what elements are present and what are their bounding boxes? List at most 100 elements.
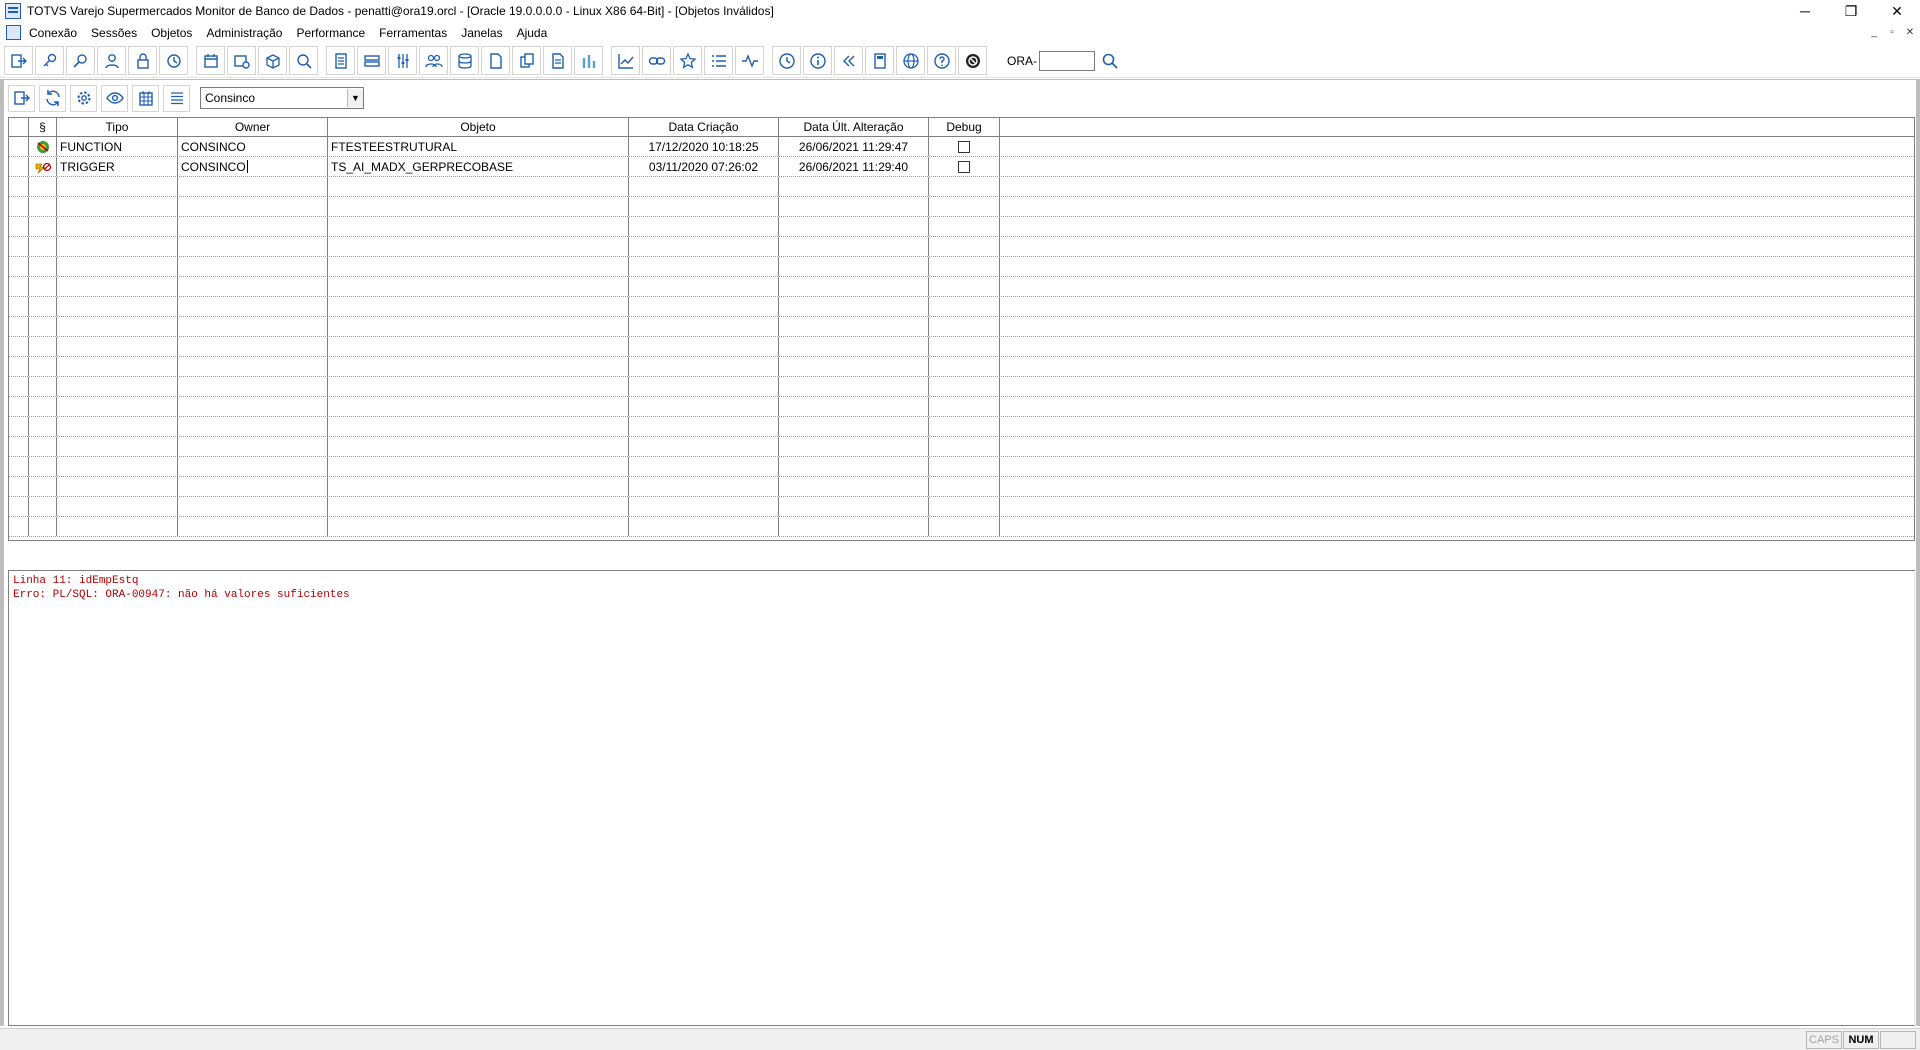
empty-cell bbox=[929, 497, 1000, 516]
clock-icon bbox=[778, 52, 795, 69]
reports-button[interactable] bbox=[326, 46, 355, 75]
close-window-button[interactable] bbox=[8, 84, 35, 112]
document-icon bbox=[489, 52, 502, 69]
owner-column-header[interactable]: Owner bbox=[178, 118, 328, 136]
favorites-button[interactable] bbox=[673, 46, 702, 75]
statistics-button[interactable] bbox=[611, 46, 640, 75]
data-alteracao-column-header[interactable]: Data Últ. Alteração bbox=[779, 118, 929, 136]
compile-button[interactable] bbox=[70, 84, 97, 112]
owner-cell-editing[interactable]: CONSINCO bbox=[178, 157, 328, 176]
empty-cell bbox=[178, 277, 328, 296]
chevron-down-icon[interactable]: ▼ bbox=[347, 89, 363, 107]
copy-button[interactable] bbox=[512, 46, 541, 75]
empty-cell bbox=[9, 417, 29, 436]
icon-column-header[interactable]: § bbox=[29, 118, 57, 136]
empty-cell bbox=[29, 297, 57, 316]
empty-cell bbox=[629, 437, 779, 456]
calendar-button[interactable] bbox=[196, 46, 225, 75]
empty-cell bbox=[1000, 357, 1914, 376]
empty-cell bbox=[57, 457, 178, 476]
mdi-restore-button[interactable]: ▫ bbox=[1884, 24, 1900, 40]
menu-janelas[interactable]: Janelas bbox=[461, 26, 502, 40]
restore-button[interactable]: ❐ bbox=[1828, 0, 1874, 22]
empty-cell bbox=[328, 217, 629, 236]
disconnect-button[interactable] bbox=[4, 46, 33, 75]
caps-lock-indicator: CAPS bbox=[1806, 1031, 1842, 1049]
objeto-column-header[interactable]: Objeto bbox=[328, 118, 629, 136]
mdi-minimize-button[interactable]: _ bbox=[1866, 24, 1882, 40]
list-button[interactable] bbox=[704, 46, 733, 75]
table-row[interactable]: TRIGGER CONSINCO TS_AI_MADX_GERPRECOBASE… bbox=[9, 157, 1914, 177]
view-button[interactable] bbox=[101, 84, 128, 112]
history-button[interactable] bbox=[159, 46, 188, 75]
keys-button[interactable] bbox=[66, 46, 95, 75]
activity-button[interactable] bbox=[735, 46, 764, 75]
menu-conexao[interactable]: Conexão bbox=[29, 26, 77, 40]
stop-button[interactable] bbox=[958, 46, 987, 75]
menu-list-button[interactable] bbox=[163, 84, 190, 112]
empty-cell bbox=[178, 257, 328, 276]
owner-cell: CONSINCO bbox=[178, 137, 328, 156]
users-button[interactable] bbox=[97, 46, 126, 75]
empty-cell bbox=[328, 277, 629, 296]
empty-cell bbox=[178, 317, 328, 336]
debug-column-header[interactable]: Debug bbox=[929, 118, 1000, 136]
data-alteracao-cell: 26/06/2021 11:29:40 bbox=[779, 157, 929, 176]
table-row[interactable]: FUNCTION CONSINCO FTESTEESTRUTURAL 17/12… bbox=[9, 137, 1914, 157]
close-button[interactable]: ✕ bbox=[1874, 0, 1920, 22]
key-button[interactable] bbox=[35, 46, 64, 75]
parameters-button[interactable] bbox=[388, 46, 417, 75]
back-button[interactable] bbox=[834, 46, 863, 75]
debug-checkbox[interactable] bbox=[958, 140, 970, 153]
locks-button[interactable] bbox=[128, 46, 157, 75]
minimize-button[interactable]: ─ bbox=[1782, 0, 1828, 22]
menu-objetos[interactable]: Objetos bbox=[151, 26, 192, 40]
empty-cell bbox=[779, 397, 929, 416]
menu-bar: Conexão Sessões Objetos Administração Pe… bbox=[0, 22, 1920, 43]
panel-splitter[interactable] bbox=[8, 542, 1915, 571]
new-document-button[interactable] bbox=[481, 46, 510, 75]
mdi-close-button[interactable]: ✕ bbox=[1902, 24, 1918, 40]
storage-button[interactable] bbox=[357, 46, 386, 75]
refresh-button[interactable] bbox=[39, 84, 66, 112]
text-caret bbox=[246, 160, 248, 173]
menu-administracao[interactable]: Administração bbox=[206, 26, 282, 40]
schedule-button[interactable] bbox=[132, 84, 159, 112]
links-button[interactable] bbox=[642, 46, 671, 75]
header-filler bbox=[1000, 118, 1914, 136]
error-line: Linha 11: idEmpEstq bbox=[13, 575, 139, 587]
menu-performance[interactable]: Performance bbox=[296, 26, 365, 40]
debug-checkbox[interactable] bbox=[958, 160, 970, 173]
ora-search-button[interactable] bbox=[1099, 50, 1121, 72]
system-menu-icon[interactable] bbox=[6, 25, 21, 40]
tipo-cell: TRIGGER bbox=[57, 157, 178, 176]
tipo-column-header[interactable]: Tipo bbox=[57, 118, 178, 136]
calculator-button[interactable] bbox=[865, 46, 894, 75]
menu-ajuda[interactable]: Ajuda bbox=[517, 26, 548, 40]
empty-cell bbox=[57, 437, 178, 456]
empty-cell bbox=[779, 457, 929, 476]
jobs-button[interactable] bbox=[227, 46, 256, 75]
menu-sessoes[interactable]: Sessões bbox=[91, 26, 137, 40]
empty-cell bbox=[929, 377, 1000, 396]
schema-select[interactable]: Consinco ▼ bbox=[200, 87, 364, 109]
packages-button[interactable] bbox=[258, 46, 287, 75]
info-button[interactable] bbox=[803, 46, 832, 75]
database-button[interactable] bbox=[450, 46, 479, 75]
tablespace-button[interactable] bbox=[574, 46, 603, 75]
empty-cell bbox=[1000, 257, 1914, 276]
data-criacao-column-header[interactable]: Data Criação bbox=[629, 118, 779, 136]
help-button[interactable] bbox=[927, 46, 956, 75]
empty-table-row bbox=[9, 197, 1914, 217]
ora-code-input[interactable] bbox=[1039, 50, 1095, 71]
text-document-button[interactable] bbox=[543, 46, 572, 75]
sessions-button[interactable] bbox=[419, 46, 448, 75]
menu-ferramentas[interactable]: Ferramentas bbox=[379, 26, 447, 40]
empty-cell bbox=[178, 397, 328, 416]
clock-button[interactable] bbox=[772, 46, 801, 75]
chart-columns-icon bbox=[582, 54, 595, 68]
web-button[interactable] bbox=[896, 46, 925, 75]
empty-cell bbox=[779, 377, 929, 396]
empty-cell bbox=[1000, 317, 1914, 336]
search-objects-button[interactable] bbox=[289, 46, 318, 75]
